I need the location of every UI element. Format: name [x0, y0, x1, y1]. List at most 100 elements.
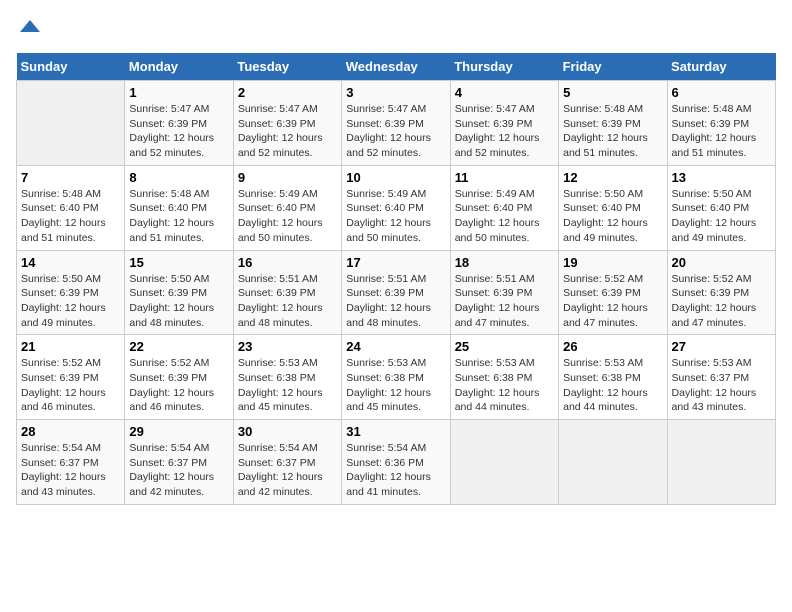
day-number: 29	[129, 424, 228, 439]
day-cell: 10 Sunrise: 5:49 AM Sunset: 6:40 PM Dayli…	[342, 165, 450, 250]
header-row: SundayMondayTuesdayWednesdayThursdayFrid…	[17, 53, 776, 81]
day-cell	[667, 420, 775, 505]
day-number: 18	[455, 255, 554, 270]
day-cell: 2 Sunrise: 5:47 AM Sunset: 6:39 PM Daylig…	[233, 81, 341, 166]
day-number: 11	[455, 170, 554, 185]
day-info: Sunrise: 5:52 AM Sunset: 6:39 PM Dayligh…	[21, 356, 120, 415]
header-tuesday: Tuesday	[233, 53, 341, 81]
day-info: Sunrise: 5:53 AM Sunset: 6:37 PM Dayligh…	[672, 356, 771, 415]
day-info: Sunrise: 5:47 AM Sunset: 6:39 PM Dayligh…	[346, 102, 445, 161]
header-sunday: Sunday	[17, 53, 125, 81]
week-row-4: 21 Sunrise: 5:52 AM Sunset: 6:39 PM Dayli…	[17, 335, 776, 420]
day-cell: 6Sunrise: 5:48 AM Sunset: 6:39 PM Daylig…	[667, 81, 775, 166]
day-cell: 24 Sunrise: 5:53 AM Sunset: 6:38 PM Dayli…	[342, 335, 450, 420]
day-cell: 19 Sunrise: 5:52 AM Sunset: 6:39 PM Dayli…	[559, 250, 667, 335]
day-cell: 3 Sunrise: 5:47 AM Sunset: 6:39 PM Daylig…	[342, 81, 450, 166]
header-saturday: Saturday	[667, 53, 775, 81]
day-info: Sunrise: 5:54 AM Sunset: 6:37 PM Dayligh…	[21, 441, 120, 500]
week-row-5: 28 Sunrise: 5:54 AM Sunset: 6:37 PM Dayli…	[17, 420, 776, 505]
day-info: Sunrise: 5:52 AM Sunset: 6:39 PM Dayligh…	[129, 356, 228, 415]
day-number: 21	[21, 339, 120, 354]
day-cell: 4 Sunrise: 5:47 AM Sunset: 6:39 PM Daylig…	[450, 81, 558, 166]
day-cell: 9 Sunrise: 5:49 AM Sunset: 6:40 PM Daylig…	[233, 165, 341, 250]
day-number: 10	[346, 170, 445, 185]
day-info: Sunrise: 5:49 AM Sunset: 6:40 PM Dayligh…	[455, 187, 554, 246]
day-info: Sunrise: 5:47 AM Sunset: 6:39 PM Dayligh…	[455, 102, 554, 161]
day-cell: 5 Sunrise: 5:48 AM Sunset: 6:39 PM Daylig…	[559, 81, 667, 166]
day-cell: 21 Sunrise: 5:52 AM Sunset: 6:39 PM Dayli…	[17, 335, 125, 420]
page-header	[16, 16, 776, 45]
day-number: 30	[238, 424, 337, 439]
day-number: 31	[346, 424, 445, 439]
day-number: 24	[346, 339, 445, 354]
day-number: 2	[238, 85, 337, 100]
day-cell: 18 Sunrise: 5:51 AM Sunset: 6:39 PM Dayli…	[450, 250, 558, 335]
header-friday: Friday	[559, 53, 667, 81]
day-cell: 16 Sunrise: 5:51 AM Sunset: 6:39 PM Dayli…	[233, 250, 341, 335]
day-number: 8	[129, 170, 228, 185]
day-number: 17	[346, 255, 445, 270]
day-info: Sunrise: 5:48 AM Sunset: 6:40 PM Dayligh…	[21, 187, 120, 246]
day-number: 14	[21, 255, 120, 270]
day-number: 15	[129, 255, 228, 270]
day-cell: 30 Sunrise: 5:54 AM Sunset: 6:37 PM Dayli…	[233, 420, 341, 505]
day-cell: 20 Sunrise: 5:52 AM Sunset: 6:39 PM Dayli…	[667, 250, 775, 335]
day-number: 1	[129, 85, 228, 100]
day-info: Sunrise: 5:51 AM Sunset: 6:39 PM Dayligh…	[238, 272, 337, 331]
day-number: 22	[129, 339, 228, 354]
day-info: Sunrise: 5:52 AM Sunset: 6:39 PM Dayligh…	[672, 272, 771, 331]
day-cell: 28 Sunrise: 5:54 AM Sunset: 6:37 PM Dayli…	[17, 420, 125, 505]
logo-text	[16, 16, 42, 45]
day-number: 16	[238, 255, 337, 270]
day-info: Sunrise: 5:51 AM Sunset: 6:39 PM Dayligh…	[455, 272, 554, 331]
day-cell: 27 Sunrise: 5:53 AM Sunset: 6:37 PM Dayli…	[667, 335, 775, 420]
day-info: Sunrise: 5:53 AM Sunset: 6:38 PM Dayligh…	[563, 356, 662, 415]
day-number: 23	[238, 339, 337, 354]
week-row-3: 14 Sunrise: 5:50 AM Sunset: 6:39 PM Dayli…	[17, 250, 776, 335]
day-info: Sunrise: 5:54 AM Sunset: 6:37 PM Dayligh…	[129, 441, 228, 500]
day-cell: 7 Sunrise: 5:48 AM Sunset: 6:40 PM Daylig…	[17, 165, 125, 250]
day-cell: 23 Sunrise: 5:53 AM Sunset: 6:38 PM Dayli…	[233, 335, 341, 420]
day-info: Sunrise: 5:52 AM Sunset: 6:39 PM Dayligh…	[563, 272, 662, 331]
day-number: 13	[672, 170, 771, 185]
day-number: 4	[455, 85, 554, 100]
day-number: 19	[563, 255, 662, 270]
day-cell: 26 Sunrise: 5:53 AM Sunset: 6:38 PM Dayli…	[559, 335, 667, 420]
day-number: 3	[346, 85, 445, 100]
day-info: Sunrise: 5:48 AM Sunset: 6:39 PM Dayligh…	[563, 102, 662, 161]
logo	[16, 16, 42, 45]
header-monday: Monday	[125, 53, 233, 81]
day-info: Sunrise: 5:48 AM Sunset: 6:40 PM Dayligh…	[129, 187, 228, 246]
day-number: 26	[563, 339, 662, 354]
day-info: Sunrise: 5:50 AM Sunset: 6:40 PM Dayligh…	[563, 187, 662, 246]
day-cell: 12Sunrise: 5:50 AM Sunset: 6:40 PM Dayli…	[559, 165, 667, 250]
day-cell: 29 Sunrise: 5:54 AM Sunset: 6:37 PM Dayli…	[125, 420, 233, 505]
week-row-2: 7 Sunrise: 5:48 AM Sunset: 6:40 PM Daylig…	[17, 165, 776, 250]
day-cell	[450, 420, 558, 505]
week-row-1: 1 Sunrise: 5:47 AM Sunset: 6:39 PM Daylig…	[17, 81, 776, 166]
day-info: Sunrise: 5:49 AM Sunset: 6:40 PM Dayligh…	[238, 187, 337, 246]
day-cell	[17, 81, 125, 166]
day-info: Sunrise: 5:53 AM Sunset: 6:38 PM Dayligh…	[346, 356, 445, 415]
day-info: Sunrise: 5:49 AM Sunset: 6:40 PM Dayligh…	[346, 187, 445, 246]
day-number: 9	[238, 170, 337, 185]
day-cell: 8 Sunrise: 5:48 AM Sunset: 6:40 PM Daylig…	[125, 165, 233, 250]
day-cell: 17 Sunrise: 5:51 AM Sunset: 6:39 PM Dayli…	[342, 250, 450, 335]
day-info: Sunrise: 5:47 AM Sunset: 6:39 PM Dayligh…	[238, 102, 337, 161]
day-number: 27	[672, 339, 771, 354]
day-info: Sunrise: 5:47 AM Sunset: 6:39 PM Dayligh…	[129, 102, 228, 161]
day-number: 7	[21, 170, 120, 185]
day-info: Sunrise: 5:48 AM Sunset: 6:39 PM Dayligh…	[672, 102, 771, 161]
day-info: Sunrise: 5:53 AM Sunset: 6:38 PM Dayligh…	[238, 356, 337, 415]
day-number: 20	[672, 255, 771, 270]
day-cell: 25Sunrise: 5:53 AM Sunset: 6:38 PM Dayli…	[450, 335, 558, 420]
day-cell: 14Sunrise: 5:50 AM Sunset: 6:39 PM Dayli…	[17, 250, 125, 335]
day-cell: 1 Sunrise: 5:47 AM Sunset: 6:39 PM Daylig…	[125, 81, 233, 166]
day-info: Sunrise: 5:53 AM Sunset: 6:38 PM Dayligh…	[455, 356, 554, 415]
day-info: Sunrise: 5:51 AM Sunset: 6:39 PM Dayligh…	[346, 272, 445, 331]
day-info: Sunrise: 5:54 AM Sunset: 6:37 PM Dayligh…	[238, 441, 337, 500]
day-info: Sunrise: 5:50 AM Sunset: 6:39 PM Dayligh…	[129, 272, 228, 331]
day-number: 5	[563, 85, 662, 100]
calendar-table: SundayMondayTuesdayWednesdayThursdayFrid…	[16, 53, 776, 505]
day-number: 28	[21, 424, 120, 439]
